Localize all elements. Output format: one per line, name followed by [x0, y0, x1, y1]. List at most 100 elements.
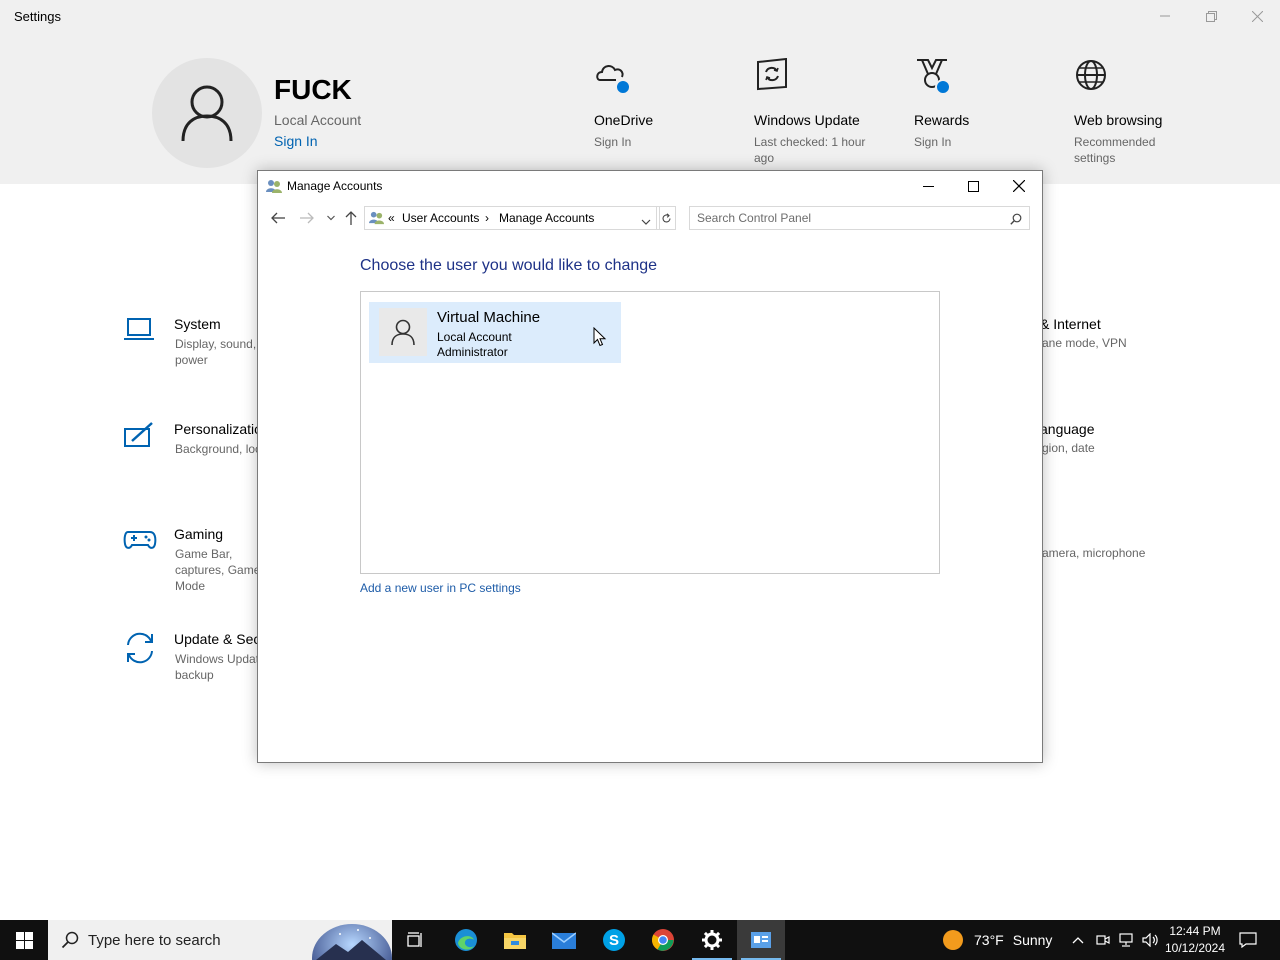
restore-button[interactable]: [1188, 4, 1234, 28]
weather-condition: Sunny: [1012, 932, 1053, 948]
web-browsing-tile[interactable]: Web browsing Recommended settings: [1074, 58, 1224, 165]
chrome-button[interactable]: [639, 920, 687, 960]
taskbar-clock[interactable]: 12:44 PM 10/12/2024: [1160, 923, 1230, 957]
category-privacy-subtitle[interactable]: amera, microphone: [1042, 546, 1145, 560]
dialog-maximize-button[interactable]: [951, 173, 996, 199]
back-arrow-icon[interactable]: [269, 209, 287, 227]
category-title: Gaming: [174, 526, 224, 542]
taskbar-search-placeholder: Type here to search: [88, 932, 221, 949]
windows-update-tile[interactable]: Windows Update Last checked: 1 hour ago: [754, 57, 904, 165]
edge-button[interactable]: [442, 920, 490, 960]
show-hidden-icons-button[interactable]: [1068, 920, 1088, 960]
category-network-title[interactable]: & Internet: [1040, 316, 1101, 332]
address-bar[interactable]: « User Accounts › Manage Accounts: [364, 206, 660, 230]
sun-icon: [943, 930, 963, 950]
mail-icon: [552, 932, 576, 949]
settings-icon: [702, 930, 722, 950]
account-type: Local Account: [274, 112, 362, 128]
svg-text:S: S: [609, 932, 619, 949]
users-icon: [266, 178, 282, 194]
person-icon: [391, 319, 415, 346]
weather-temp: 73°F: [974, 932, 1004, 948]
breadcrumb-separator: ›: [485, 211, 489, 225]
weather-widget[interactable]: 73°F Sunny: [942, 920, 1052, 960]
cloud-icon: [594, 58, 631, 95]
account-type: Local Account: [437, 330, 512, 344]
sign-in-link[interactable]: Sign In: [274, 133, 318, 149]
account-avatar: [379, 308, 427, 356]
clock-time: 12:44 PM: [1169, 924, 1221, 938]
up-arrow-icon[interactable]: [342, 209, 360, 227]
search-placeholder: Search Control Panel: [697, 211, 812, 225]
tile-subtitle: Recommended settings: [1074, 135, 1156, 165]
tile-subtitle: Sign In: [914, 135, 952, 149]
account-name: Virtual Machine: [437, 309, 541, 326]
network-icon[interactable]: [1116, 920, 1138, 960]
gamepad-icon: [122, 526, 158, 558]
file-explorer-icon: [504, 933, 526, 949]
taskbar-search-box[interactable]: Type here to search: [48, 920, 392, 960]
minimize-button[interactable]: [1142, 4, 1188, 28]
taskbar: Type here to search S 73°F Sunny 12:44 P…: [0, 920, 1280, 960]
search-control-panel-field[interactable]: Search Control Panel: [689, 206, 1030, 230]
refresh-button[interactable]: [656, 206, 676, 230]
refresh-icon: [661, 212, 671, 222]
account-item-virtual-machine[interactable]: Virtual Machine Local Account Administra…: [369, 302, 621, 363]
skype-icon: S: [603, 929, 625, 951]
skype-button[interactable]: S: [590, 920, 638, 960]
close-button[interactable]: [1234, 4, 1280, 28]
control-panel-icon: [369, 210, 384, 228]
add-new-user-link[interactable]: Add a new user in PC settings: [360, 581, 521, 595]
clock-date: 10/12/2024: [1164, 941, 1226, 955]
start-button[interactable]: [0, 920, 48, 960]
accounts-list: Virtual Machine Local Account Administra…: [360, 291, 940, 574]
user-avatar[interactable]: [152, 58, 262, 168]
sync-icon: [122, 631, 158, 664]
mail-button[interactable]: [540, 920, 588, 960]
category-time-language-title[interactable]: anguage: [1040, 421, 1095, 437]
tile-title: OneDrive: [594, 112, 654, 128]
tile-title: Windows Update: [754, 112, 860, 128]
breadcrumb-user-accounts[interactable]: User Accounts: [402, 211, 479, 225]
pen-screen-icon: [122, 421, 158, 453]
task-view-button[interactable]: [392, 920, 440, 960]
search-icon: [61, 931, 79, 949]
search-icon[interactable]: [1010, 213, 1022, 225]
category-time-language-subtitle: gion, date: [1042, 441, 1095, 455]
task-view-icon: [407, 932, 422, 947]
onedrive-tile[interactable]: OneDrive Sign In: [594, 58, 744, 149]
person-icon: [181, 85, 233, 142]
tile-title: Web browsing: [1074, 112, 1163, 128]
category-title: Personalization: [174, 421, 270, 437]
breadcrumb-manage-accounts[interactable]: Manage Accounts: [499, 211, 594, 225]
address-dropdown-chevron-icon[interactable]: [641, 215, 651, 229]
dialog-close-button[interactable]: [996, 173, 1041, 199]
breadcrumb-overflow[interactable]: «: [388, 211, 395, 225]
rewards-tile[interactable]: Rewards Sign In: [914, 58, 1064, 149]
trophy-icon: [914, 58, 951, 95]
account-role: Administrator: [437, 345, 508, 359]
dialog-title: Manage Accounts: [287, 179, 383, 193]
control-panel-icon: [751, 932, 771, 948]
chrome-icon: [652, 929, 674, 951]
category-network-subtitle: ane mode, VPN: [1042, 336, 1127, 350]
user-name: FUCK: [274, 74, 352, 105]
tile-subtitle: Sign In: [594, 135, 632, 149]
category-title: System: [174, 316, 221, 332]
tile-subtitle: Last checked: 1 hour ago: [754, 135, 866, 165]
page-heading: Choose the user you would like to change: [360, 257, 658, 274]
manage-accounts-dialog: Manage Accounts « User Accounts › Manage…: [257, 170, 1043, 763]
refresh-window-icon: [754, 57, 790, 94]
settings-app-button[interactable]: [688, 920, 736, 960]
forward-arrow-icon[interactable]: [298, 209, 316, 227]
volume-icon[interactable]: [1140, 920, 1162, 960]
notifications-icon[interactable]: [1234, 920, 1262, 960]
laptop-icon: [122, 316, 158, 348]
dialog-minimize-button[interactable]: [906, 173, 951, 199]
recent-locations-chevron-icon[interactable]: [322, 209, 340, 227]
file-explorer-button[interactable]: [491, 920, 539, 960]
control-panel-button[interactable]: [737, 920, 785, 960]
app-title: Settings: [14, 9, 61, 24]
search-highlight-icon: [312, 924, 392, 960]
meet-now-icon[interactable]: [1094, 920, 1112, 960]
